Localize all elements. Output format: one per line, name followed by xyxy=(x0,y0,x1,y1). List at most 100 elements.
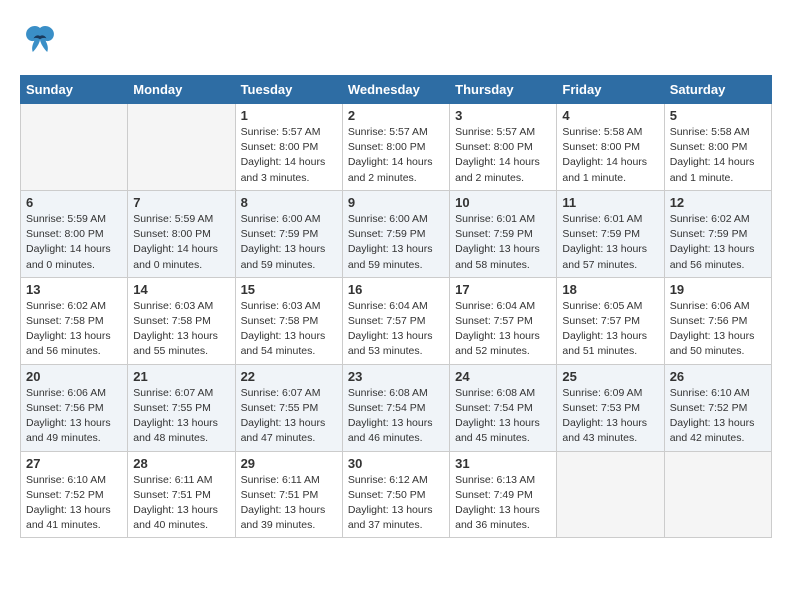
calendar-cell: 14 Sunrise: 6:03 AM Sunset: 7:58 PM Dayli… xyxy=(128,277,235,364)
day-number: 16 xyxy=(348,282,444,297)
day-number: 26 xyxy=(670,369,766,384)
calendar-cell: 30 Sunrise: 6:12 AM Sunset: 7:50 PM Dayli… xyxy=(342,451,449,538)
day-number: 19 xyxy=(670,282,766,297)
weekday-header-saturday: Saturday xyxy=(664,76,771,104)
day-info: Sunrise: 6:08 AM Sunset: 7:54 PM Dayligh… xyxy=(348,386,444,447)
day-info: Sunrise: 6:06 AM Sunset: 7:56 PM Dayligh… xyxy=(670,299,766,360)
day-number: 5 xyxy=(670,108,766,123)
day-info: Sunrise: 6:00 AM Sunset: 7:59 PM Dayligh… xyxy=(348,212,444,273)
calendar-cell: 13Sunrise: 6:02 AM Sunset: 7:58 PM Dayli… xyxy=(21,277,128,364)
day-info: Sunrise: 5:57 AM Sunset: 8:00 PM Dayligh… xyxy=(241,125,337,186)
weekday-header-thursday: Thursday xyxy=(450,76,557,104)
day-number: 31 xyxy=(455,456,551,471)
calendar-cell: 24 Sunrise: 6:08 AM Sunset: 7:54 PM Dayli… xyxy=(450,364,557,451)
day-number: 17 xyxy=(455,282,551,297)
day-info: Sunrise: 5:58 AM Sunset: 8:00 PM Dayligh… xyxy=(562,125,658,186)
day-info: Sunrise: 6:07 AM Sunset: 7:55 PM Dayligh… xyxy=(241,386,337,447)
day-info: Sunrise: 6:11 AM Sunset: 7:51 PM Dayligh… xyxy=(133,473,229,534)
day-number: 23 xyxy=(348,369,444,384)
calendar-week-row: 6 Sunrise: 5:59 AM Sunset: 8:00 PM Daylig… xyxy=(21,190,772,277)
day-number: 20 xyxy=(26,369,122,384)
page-header xyxy=(20,20,772,65)
calendar-cell xyxy=(664,451,771,538)
day-number: 22 xyxy=(241,369,337,384)
day-info: Sunrise: 6:08 AM Sunset: 7:54 PM Dayligh… xyxy=(455,386,551,447)
calendar-cell: 8Sunrise: 6:00 AM Sunset: 7:59 PM Daylig… xyxy=(235,190,342,277)
calendar-cell: 11 Sunrise: 6:01 AM Sunset: 7:59 PM Dayli… xyxy=(557,190,664,277)
day-info: Sunrise: 5:57 AM Sunset: 8:00 PM Dayligh… xyxy=(348,125,444,186)
calendar-cell: 5 Sunrise: 5:58 AM Sunset: 8:00 PM Daylig… xyxy=(664,104,771,191)
calendar-cell xyxy=(557,451,664,538)
calendar-cell: 18Sunrise: 6:05 AM Sunset: 7:57 PM Dayli… xyxy=(557,277,664,364)
calendar-week-row: 27Sunrise: 6:10 AM Sunset: 7:52 PM Dayli… xyxy=(21,451,772,538)
calendar-cell: 21Sunrise: 6:07 AM Sunset: 7:55 PM Dayli… xyxy=(128,364,235,451)
calendar-cell: 15 Sunrise: 6:03 AM Sunset: 7:58 PM Dayli… xyxy=(235,277,342,364)
day-number: 30 xyxy=(348,456,444,471)
weekday-header-wednesday: Wednesday xyxy=(342,76,449,104)
weekday-header-tuesday: Tuesday xyxy=(235,76,342,104)
day-number: 29 xyxy=(241,456,337,471)
calendar-cell: 31 Sunrise: 6:13 AM Sunset: 7:49 PM Dayli… xyxy=(450,451,557,538)
day-info: Sunrise: 6:11 AM Sunset: 7:51 PM Dayligh… xyxy=(241,473,337,534)
calendar-cell: 20 Sunrise: 6:06 AM Sunset: 7:56 PM Dayli… xyxy=(21,364,128,451)
day-number: 3 xyxy=(455,108,551,123)
weekday-header-monday: Monday xyxy=(128,76,235,104)
day-number: 6 xyxy=(26,195,122,210)
calendar-cell: 9Sunrise: 6:00 AM Sunset: 7:59 PM Daylig… xyxy=(342,190,449,277)
day-info: Sunrise: 6:06 AM Sunset: 7:56 PM Dayligh… xyxy=(26,386,122,447)
calendar-cell: 12 Sunrise: 6:02 AM Sunset: 7:59 PM Dayli… xyxy=(664,190,771,277)
day-number: 15 xyxy=(241,282,337,297)
day-number: 11 xyxy=(562,195,658,210)
day-number: 1 xyxy=(241,108,337,123)
day-info: Sunrise: 6:01 AM Sunset: 7:59 PM Dayligh… xyxy=(562,212,658,273)
day-info: Sunrise: 6:03 AM Sunset: 7:58 PM Dayligh… xyxy=(241,299,337,360)
calendar-cell: 29 Sunrise: 6:11 AM Sunset: 7:51 PM Dayli… xyxy=(235,451,342,538)
day-info: Sunrise: 6:13 AM Sunset: 7:49 PM Dayligh… xyxy=(455,473,551,534)
calendar-table: SundayMondayTuesdayWednesdayThursdayFrid… xyxy=(20,75,772,538)
day-number: 13 xyxy=(26,282,122,297)
day-info: Sunrise: 6:05 AM Sunset: 7:57 PM Dayligh… xyxy=(562,299,658,360)
day-number: 24 xyxy=(455,369,551,384)
weekday-header-sunday: Sunday xyxy=(21,76,128,104)
calendar-week-row: 1 Sunrise: 5:57 AM Sunset: 8:00 PM Daylig… xyxy=(21,104,772,191)
day-info: Sunrise: 6:04 AM Sunset: 7:57 PM Dayligh… xyxy=(455,299,551,360)
day-number: 14 xyxy=(133,282,229,297)
calendar-cell: 3 Sunrise: 5:57 AM Sunset: 8:00 PM Daylig… xyxy=(450,104,557,191)
day-info: Sunrise: 5:59 AM Sunset: 8:00 PM Dayligh… xyxy=(133,212,229,273)
calendar-cell: 27Sunrise: 6:10 AM Sunset: 7:52 PM Dayli… xyxy=(21,451,128,538)
day-number: 7 xyxy=(133,195,229,210)
calendar-cell xyxy=(21,104,128,191)
day-info: Sunrise: 6:02 AM Sunset: 7:59 PM Dayligh… xyxy=(670,212,766,273)
calendar-cell: 4 Sunrise: 5:58 AM Sunset: 8:00 PM Daylig… xyxy=(557,104,664,191)
calendar-cell: 16 Sunrise: 6:04 AM Sunset: 7:57 PM Dayli… xyxy=(342,277,449,364)
day-number: 2 xyxy=(348,108,444,123)
logo-icon xyxy=(20,20,60,65)
day-info: Sunrise: 6:00 AM Sunset: 7:59 PM Dayligh… xyxy=(241,212,337,273)
day-info: Sunrise: 6:07 AM Sunset: 7:55 PM Dayligh… xyxy=(133,386,229,447)
calendar-cell: 28 Sunrise: 6:11 AM Sunset: 7:51 PM Dayli… xyxy=(128,451,235,538)
day-info: Sunrise: 6:03 AM Sunset: 7:58 PM Dayligh… xyxy=(133,299,229,360)
calendar-cell: 10Sunrise: 6:01 AM Sunset: 7:59 PM Dayli… xyxy=(450,190,557,277)
weekday-header-row: SundayMondayTuesdayWednesdayThursdayFrid… xyxy=(21,76,772,104)
day-number: 10 xyxy=(455,195,551,210)
day-number: 25 xyxy=(562,369,658,384)
calendar-cell: 19 Sunrise: 6:06 AM Sunset: 7:56 PM Dayli… xyxy=(664,277,771,364)
day-number: 12 xyxy=(670,195,766,210)
calendar-cell: 1 Sunrise: 5:57 AM Sunset: 8:00 PM Daylig… xyxy=(235,104,342,191)
day-number: 4 xyxy=(562,108,658,123)
calendar-cell: 25 Sunrise: 6:09 AM Sunset: 7:53 PM Dayli… xyxy=(557,364,664,451)
calendar-cell: 26 Sunrise: 6:10 AM Sunset: 7:52 PM Dayli… xyxy=(664,364,771,451)
day-number: 28 xyxy=(133,456,229,471)
day-number: 27 xyxy=(26,456,122,471)
day-info: Sunrise: 5:58 AM Sunset: 8:00 PM Dayligh… xyxy=(670,125,766,186)
calendar-cell: 17 Sunrise: 6:04 AM Sunset: 7:57 PM Dayli… xyxy=(450,277,557,364)
calendar-week-row: 20 Sunrise: 6:06 AM Sunset: 7:56 PM Dayli… xyxy=(21,364,772,451)
calendar-cell: 7 Sunrise: 5:59 AM Sunset: 8:00 PM Daylig… xyxy=(128,190,235,277)
calendar-cell xyxy=(128,104,235,191)
day-info: Sunrise: 6:12 AM Sunset: 7:50 PM Dayligh… xyxy=(348,473,444,534)
day-info: Sunrise: 6:10 AM Sunset: 7:52 PM Dayligh… xyxy=(670,386,766,447)
day-info: Sunrise: 5:57 AM Sunset: 8:00 PM Dayligh… xyxy=(455,125,551,186)
day-info: Sunrise: 6:04 AM Sunset: 7:57 PM Dayligh… xyxy=(348,299,444,360)
day-info: Sunrise: 6:09 AM Sunset: 7:53 PM Dayligh… xyxy=(562,386,658,447)
calendar-cell: 6Sunrise: 5:59 AM Sunset: 8:00 PM Daylig… xyxy=(21,190,128,277)
